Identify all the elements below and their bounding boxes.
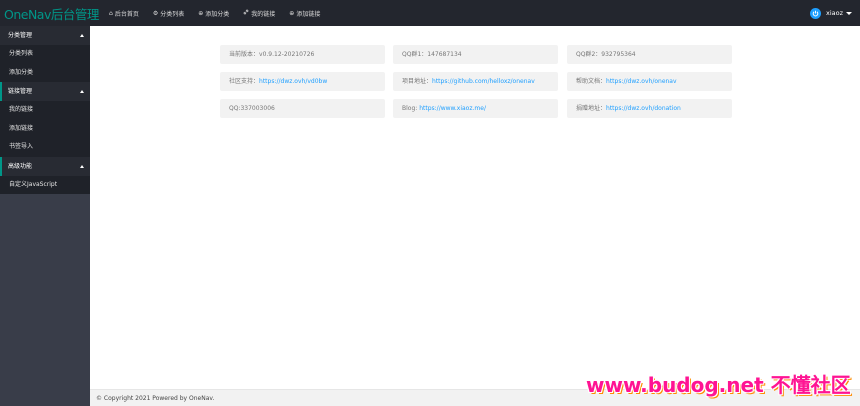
topnav-home[interactable]: ⌂ 后台首页	[102, 0, 146, 26]
info-label: 社区支持：	[229, 78, 260, 85]
info-card-qq1: QQ群1：147687134	[393, 45, 558, 64]
info-label: QQ群2：	[576, 51, 602, 58]
link-icon	[243, 9, 249, 17]
sidebar: 分类管理 分类列表 添加分类 链接管理 我的链接 添加链接 书签导入 高级功能 …	[0, 26, 90, 406]
add-circle-icon: ⊕	[289, 9, 295, 17]
info-card-version: 当前版本：v0.9.12-20210726	[220, 45, 385, 64]
sidebar-item-bookmark-import[interactable]: 书签导入	[0, 138, 90, 157]
top-nav: ⌂ 后台首页 ⚙ 分类列表 ⊕ 添加分类 我的链接 ⊕ 添加链接	[102, 0, 327, 26]
top-header: OneNav后台管理 ⌂ 后台首页 ⚙ 分类列表 ⊕ 添加分类 我的链接 ⊕ 添…	[0, 0, 860, 26]
community-link[interactable]: https://dwz.ovh/vd0bw	[259, 78, 327, 85]
info-value: v0.9.12-20210726	[259, 51, 315, 58]
blog-link[interactable]: https://www.xiaoz.me/	[419, 105, 486, 112]
sidebar-group-label: 链接管理	[8, 88, 33, 95]
topnav-category-list[interactable]: ⚙ 分类列表	[146, 0, 191, 26]
topnav-my-links[interactable]: 我的链接	[236, 0, 282, 26]
sidebar-item-add-link[interactable]: 添加链接	[0, 119, 90, 138]
topnav-label: 添加分类	[205, 10, 230, 18]
add-circle-icon: ⊕	[198, 9, 204, 17]
info-label: Blog:	[402, 105, 420, 112]
app-logo[interactable]: OneNav后台管理	[4, 4, 99, 23]
info-card-blog: Blog: https://www.xiaoz.me/	[393, 99, 558, 118]
info-label: 当前版本：	[229, 51, 260, 58]
info-card-community: 社区支持：https://dwz.ovh/vd0bw	[220, 72, 385, 91]
topnav-add-category[interactable]: ⊕ 添加分类	[191, 0, 236, 26]
topnav-label: 我的链接	[251, 10, 276, 18]
info-card-project: 项目地址：https://github.com/helloxz/onenav	[393, 72, 558, 91]
info-label: 帮助文档：	[576, 78, 607, 85]
topnav-label: 后台首页	[114, 10, 139, 18]
info-card-help: 帮助文档：https://dwz.ovh/onenav	[567, 72, 732, 91]
info-card-qq2: QQ群2：932795364	[567, 45, 732, 64]
info-card-qq: QQ:337003006	[220, 99, 385, 118]
topnav-label: 添加链接	[296, 10, 321, 18]
sidebar-group-label: 高级功能	[8, 162, 33, 170]
sidebar-item-my-links[interactable]: 我的链接	[0, 101, 90, 120]
sidebar-item-add-category[interactable]: 添加分类	[0, 63, 90, 82]
user-menu[interactable]: xiaoz	[809, 0, 852, 26]
info-label: QQ:	[229, 105, 241, 112]
sidebar-group-links[interactable]: 链接管理	[0, 82, 90, 101]
info-label: 项目地址：	[402, 78, 433, 85]
sidebar-item-custom-javascript[interactable]: 自定义JavaScript	[0, 175, 90, 194]
topnav-add-link[interactable]: ⊕ 添加链接	[282, 0, 327, 26]
chevron-up-icon	[80, 164, 84, 168]
watermark: www.budog.net 不懂社区	[586, 373, 851, 397]
info-value: 932795364	[601, 51, 636, 58]
sidebar-group-label: 分类管理	[8, 32, 33, 39]
info-label: 捐赠地址：	[576, 105, 607, 112]
sidebar-group-advanced[interactable]: 高级功能	[0, 156, 90, 176]
info-value: 147687134	[427, 51, 462, 58]
topnav-label: 分类列表	[160, 10, 185, 18]
sidebar-group-category[interactable]: 分类管理	[0, 26, 90, 45]
home-icon: ⌂	[109, 9, 113, 17]
help-link[interactable]: https://dwz.ovh/onenav	[606, 78, 677, 85]
info-value: 337003006	[240, 105, 275, 112]
power-icon[interactable]	[809, 7, 821, 19]
info-card-donate: 捐赠地址：https://dwz.ovh/donation	[567, 99, 732, 118]
project-link[interactable]: https://github.com/helloxz/onenav	[432, 78, 535, 85]
info-label: QQ群1：	[402, 51, 428, 58]
sidebar-item-category-list[interactable]: 分类列表	[0, 45, 90, 64]
chevron-up-icon	[80, 34, 84, 37]
gear-icon: ⚙	[152, 9, 159, 17]
username[interactable]: xiaoz	[826, 9, 843, 17]
chevron-down-icon[interactable]	[846, 11, 852, 15]
donate-link[interactable]: https://dwz.ovh/donation	[606, 105, 681, 112]
chevron-up-icon	[80, 90, 84, 93]
main-content: 当前版本：v0.9.12-20210726 QQ群1：147687134 QQ群…	[90, 26, 860, 389]
